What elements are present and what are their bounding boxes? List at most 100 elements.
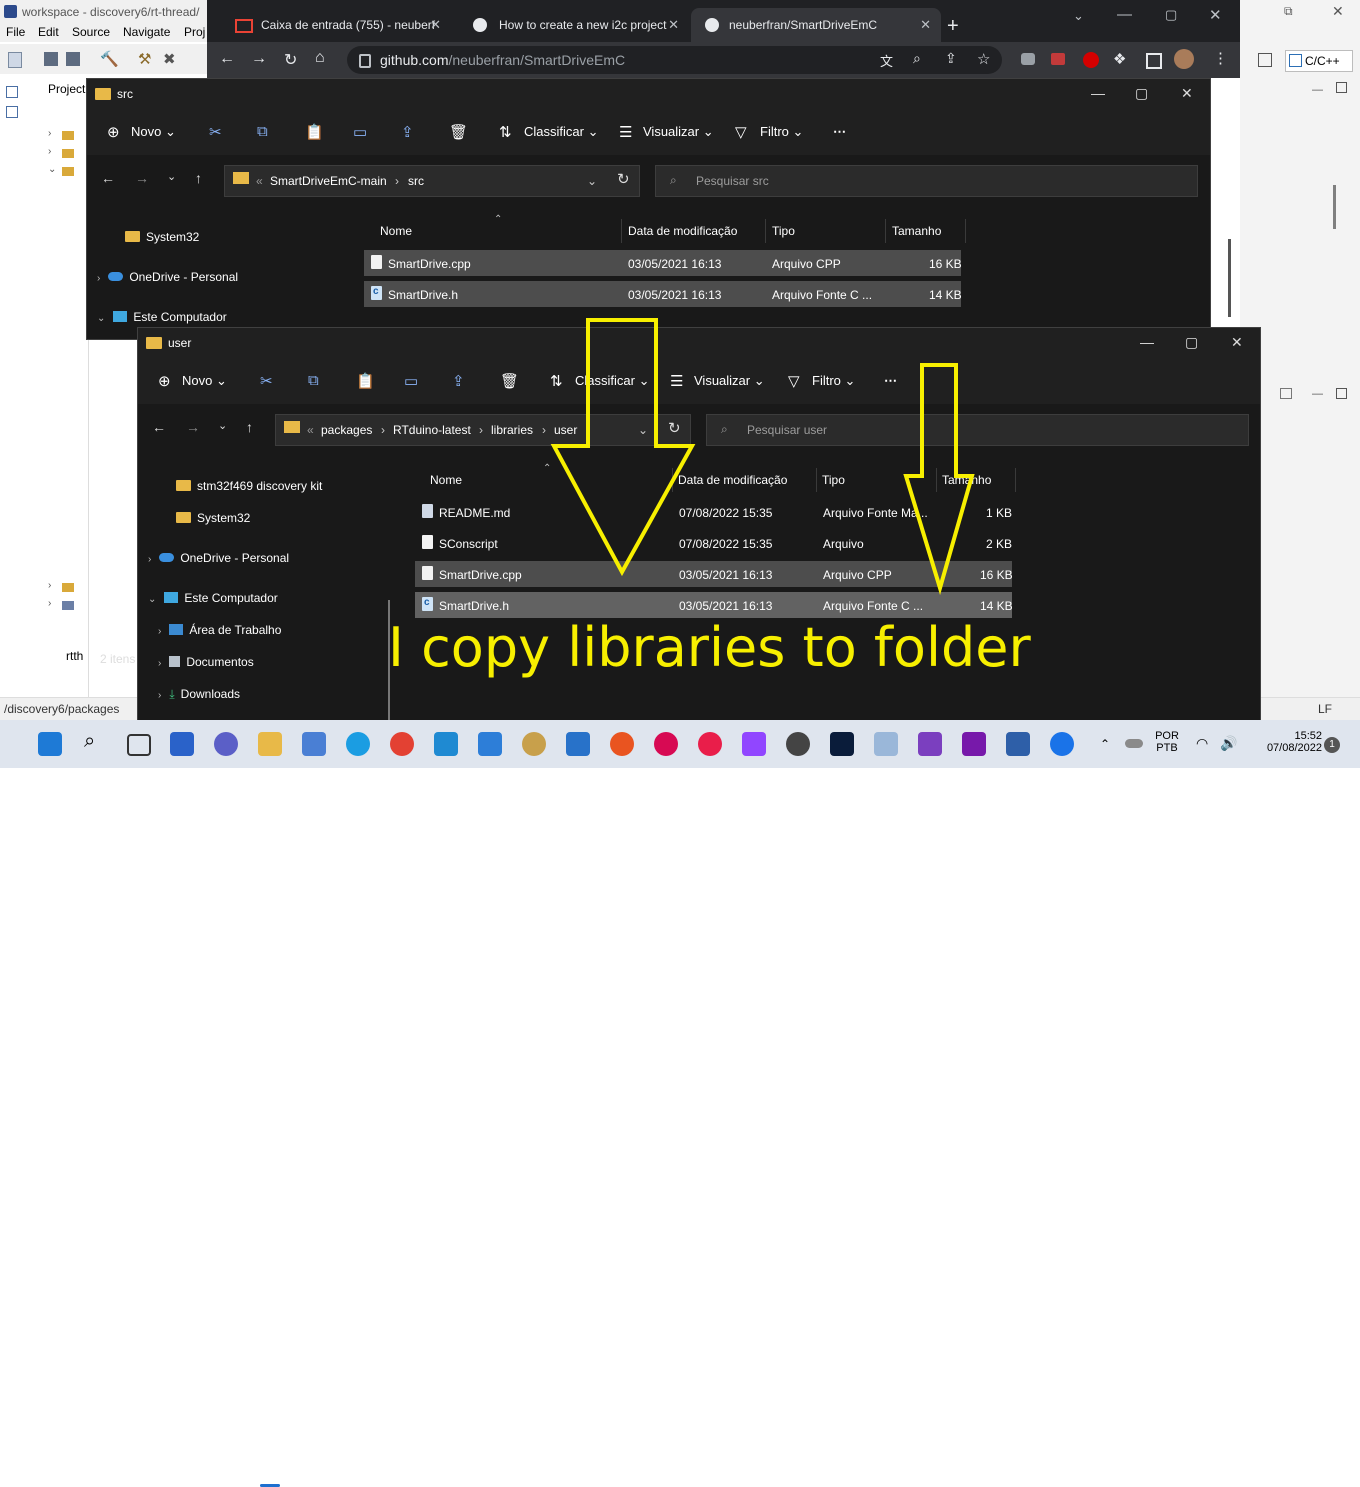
breadcrumb-item[interactable]: SmartDriveEmC-main [270,174,387,188]
bookmark-star-icon[interactable]: ☆ [977,50,990,68]
file-row[interactable]: SmartDrive.cpp 03/05/2021 16:13 Arquivo … [364,250,962,276]
language-indicator[interactable]: POR PTB [1152,730,1182,754]
chat-icon[interactable] [214,732,238,756]
extensions-puzzle-icon[interactable]: ❖ [1113,50,1126,68]
tray-overflow-icon[interactable]: ⌃ [1100,737,1110,751]
app-icon[interactable] [1050,732,1074,756]
search-input[interactable]: ⌕ Pesquisar user [706,414,1249,446]
view-icon[interactable]: ☰ [619,123,632,141]
clock[interactable]: 15:52 07/08/2022 [1252,730,1322,754]
paint-icon[interactable] [522,732,546,756]
file-row[interactable]: SConscript 07/08/2022 15:35 Arquivo 2 KB [415,530,1012,556]
file-row[interactable]: SmartDrive.h 03/05/2021 16:13 Arquivo Fo… [364,281,962,307]
open-perspective-icon[interactable] [1258,53,1272,67]
nav-item-desktop[interactable]: › Área de Trabalho [158,623,281,637]
sort-icon[interactable]: ⇅ [550,372,563,390]
tools-icon[interactable]: ✖ [163,50,176,68]
tab-search-icon[interactable]: ⌄ [1073,8,1084,24]
breadcrumb-item[interactable]: libraries [491,423,533,437]
file-explorer-icon[interactable] [258,732,282,756]
refresh-icon[interactable]: ↻ [617,170,630,188]
nav-item-system32[interactable]: System32 [176,511,250,525]
file-row[interactable]: README.md 07/08/2022 15:35 Arquivo Fonte… [415,499,1012,525]
zoom-icon[interactable]: ⌕ [913,50,921,67]
filter-icon[interactable]: ▽ [735,123,747,141]
task-view-icon[interactable] [127,734,151,756]
forward-icon[interactable]: → [186,419,200,435]
close-icon[interactable]: ✕ [1181,85,1193,102]
share-icon[interactable]: ⇪ [945,50,957,67]
menu-project[interactable]: Proj [184,25,205,39]
column-divider[interactable] [672,468,673,492]
view-menu-icon[interactable] [1280,388,1292,399]
image-viewer-icon[interactable] [874,732,898,756]
nav-item-this-pc[interactable]: ⌄ Este Computador [97,310,227,324]
cut-icon[interactable]: ✂ [209,123,222,141]
column-divider[interactable] [1015,468,1016,492]
up-icon[interactable]: ↑ [246,419,253,435]
copy-icon[interactable]: ⧉ [257,123,268,140]
tree-bottom-label[interactable]: rtth [66,649,83,663]
extension-icon[interactable] [1051,53,1065,65]
new-button[interactable]: Novo ⌄ [182,373,227,389]
close-tab-icon[interactable]: ✕ [430,17,441,33]
chevron-right-icon[interactable]: › [148,554,151,565]
new-button[interactable]: Novo ⌄ [131,124,176,140]
maximize-icon[interactable]: ▢ [1185,334,1198,351]
breadcrumb-item[interactable]: src [408,174,424,188]
reload-icon[interactable]: ↻ [284,50,297,70]
tree-row[interactable]: › [48,146,88,162]
column-divider[interactable] [885,219,886,243]
maximize-view-icon[interactable] [1336,82,1347,93]
window-close-icon[interactable]: ✕ [1332,3,1344,20]
column-divider[interactable] [965,219,966,243]
up-icon[interactable]: ↑ [195,170,202,186]
nav-item-stm32f469[interactable]: stm32f469 discovery kit [176,479,322,493]
tree-row[interactable]: ⌄ [48,164,88,180]
vscode-icon[interactable] [434,732,458,756]
nav-item-onedrive[interactable]: › OneDrive - Personal [97,270,238,284]
back-icon[interactable]: ← [101,170,115,186]
column-name[interactable]: Nome [430,473,462,487]
view-button[interactable]: Visualizar ⌄ [643,124,714,140]
save-all-icon[interactable] [66,52,80,66]
forward-icon[interactable]: → [251,50,267,68]
chrome-icon[interactable] [390,732,414,756]
breadcrumb-overflow-icon[interactable]: « [256,174,263,188]
chevron-down-icon[interactable]: ⌄ [148,594,156,605]
column-divider[interactable] [936,468,937,492]
tab-gmail[interactable]: Caixa de entrada (755) - neuberf ✕ [217,8,451,42]
search-icon[interactable]: ⌕ [84,730,108,754]
delete-icon[interactable]: 🗑 [449,123,468,141]
scrollbar-thumb[interactable] [1333,185,1336,229]
filter-button[interactable]: Filtro ⌄ [812,373,855,389]
side-panel-icon[interactable] [1146,53,1162,69]
maximize-view-icon[interactable] [1336,388,1347,399]
sort-icon[interactable]: ⇅ [499,123,512,141]
more-options-icon[interactable]: ⋯ [884,373,897,389]
refresh-icon[interactable]: ↻ [668,419,681,437]
column-type[interactable]: Tipo [822,473,845,487]
minimize-icon[interactable]: — [1140,334,1154,350]
media-player-icon[interactable] [698,732,722,756]
column-size[interactable]: Tamanho [892,224,941,238]
start-icon[interactable] [38,732,62,756]
chevron-right-icon[interactable]: › [158,626,161,637]
nav-item-system32[interactable]: System32 [125,230,199,244]
minimize-view-icon[interactable]: — [1312,388,1323,400]
column-type[interactable]: Tipo [772,224,795,238]
nav-item-onedrive[interactable]: › OneDrive - Personal [148,551,289,565]
wifi-icon[interactable]: ◠ [1196,735,1208,752]
file-row[interactable]: SmartDrive.cpp 03/05/2021 16:13 Arquivo … [415,561,1013,587]
recent-locations-icon[interactable]: ⌄ [167,170,176,183]
window-restore-icon[interactable]: ⧉ [1284,4,1293,19]
menu-file[interactable]: File [6,25,25,39]
rename-icon[interactable]: ▭ [404,372,418,390]
mail-icon[interactable] [566,732,590,756]
copy-icon[interactable]: ⧉ [308,372,319,389]
file-row[interactable]: SmartDrive.h 03/05/2021 16:13 Arquivo Fo… [415,592,1013,618]
debug-icon[interactable]: ⚒ [138,50,151,68]
chevron-right-icon[interactable]: › [158,690,161,701]
menu-source[interactable]: Source [72,25,110,39]
column-divider[interactable] [621,219,622,243]
